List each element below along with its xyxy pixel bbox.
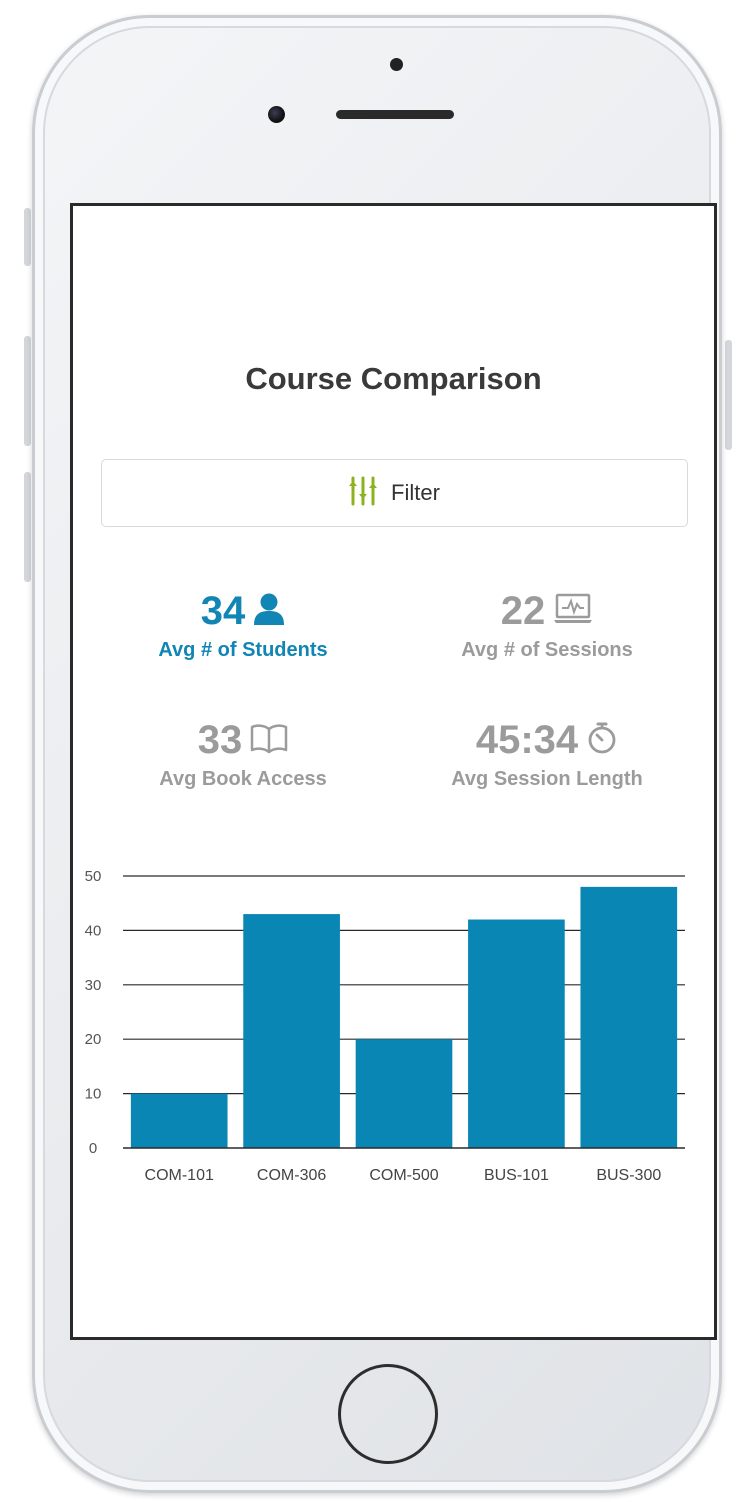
user-icon bbox=[253, 592, 285, 631]
stat-label: Avg Book Access bbox=[159, 768, 327, 790]
x-tick-label: BUS-101 bbox=[484, 1167, 549, 1184]
stat-value: 45:34 bbox=[475, 718, 579, 762]
bar-com-101 bbox=[130, 1093, 228, 1148]
x-tick-label: BUS-300 bbox=[596, 1167, 661, 1184]
bar-bus-300 bbox=[580, 886, 678, 1148]
filter-button[interactable]: Filter bbox=[101, 459, 688, 527]
stat-avg-students: 34 Avg # of Students bbox=[93, 589, 393, 662]
y-tick-label: 40 bbox=[85, 922, 102, 939]
stat-label: Avg # of Sessions bbox=[461, 639, 633, 661]
filter-sliders-icon bbox=[349, 476, 378, 511]
open-book-icon bbox=[250, 722, 288, 759]
monitor-activity-icon bbox=[553, 592, 593, 631]
home-button[interactable] bbox=[338, 1364, 438, 1464]
filter-label: Filter bbox=[391, 480, 440, 505]
proximity-sensor bbox=[390, 58, 403, 71]
side-button-power bbox=[725, 340, 732, 450]
bar-com-306 bbox=[243, 914, 340, 1148]
bar-com-500 bbox=[355, 1039, 453, 1148]
stat-value: 33 bbox=[197, 718, 243, 762]
stat-label: Avg # of Students bbox=[158, 639, 328, 661]
stopwatch-icon bbox=[586, 721, 618, 760]
earpiece-speaker bbox=[336, 110, 454, 119]
side-button-mute bbox=[24, 208, 31, 266]
front-camera-icon bbox=[268, 106, 285, 123]
side-button-volume-down bbox=[24, 472, 31, 582]
stat-label: Avg Session Length bbox=[451, 768, 643, 790]
y-tick-label: 50 bbox=[85, 868, 102, 885]
phone-screen: Course Comparison Filter 34 Avg # of Stu… bbox=[70, 203, 717, 1340]
x-tick-label: COM-306 bbox=[257, 1167, 326, 1184]
side-button-volume-up bbox=[24, 336, 31, 446]
stat-value: 22 bbox=[500, 589, 546, 633]
bar-bus-101 bbox=[468, 919, 565, 1148]
stat-avg-sessions: 22 Avg # of Sessions bbox=[397, 589, 697, 662]
y-tick-label: 10 bbox=[85, 1086, 102, 1103]
stat-avg-session-length: 45:34 Avg Session Length bbox=[397, 718, 697, 791]
x-tick-label: COM-101 bbox=[145, 1167, 214, 1184]
stat-value: 34 bbox=[200, 589, 246, 633]
x-tick-label: COM-500 bbox=[369, 1167, 438, 1184]
y-tick-label: 0 bbox=[89, 1140, 97, 1157]
course-bar-chart: 0 10 20 30 40 50 COM-101 COM-306 COM-500 BUS-101 B… bbox=[85, 868, 685, 1184]
stat-avg-book-access: 33 Avg Book Access bbox=[93, 718, 393, 791]
y-tick-label: 20 bbox=[85, 1031, 102, 1048]
page-title: Course Comparison bbox=[245, 361, 542, 396]
y-tick-label: 30 bbox=[85, 977, 102, 994]
